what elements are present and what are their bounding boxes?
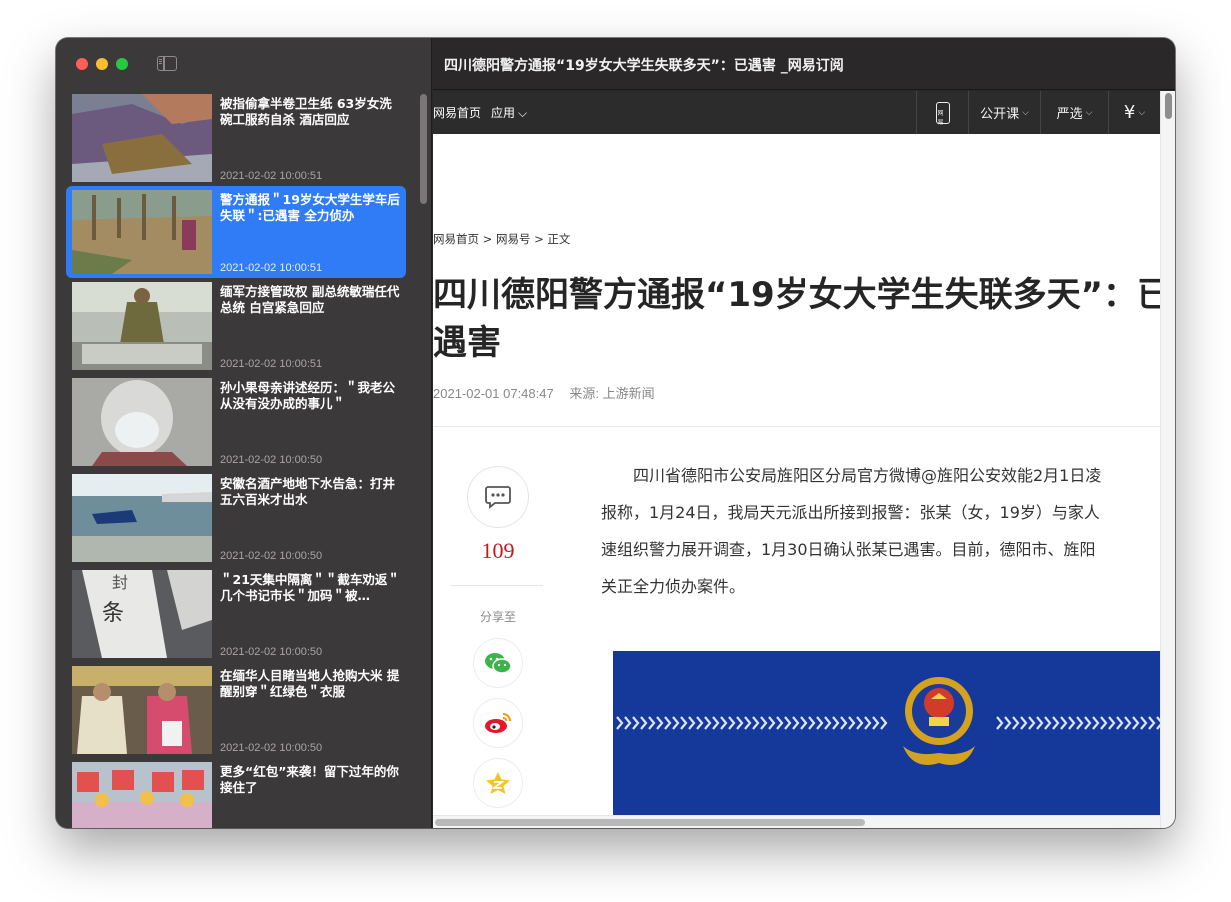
news-title: 安徽名酒产地地下水告急：打井五六百米才出水 (220, 476, 396, 507)
open-course-label: 公开课 (980, 107, 1020, 122)
article-paragraph: 报称，1月24日，我局天元派出所接到报警：张某（女，19岁）与家人 (601, 503, 1100, 522)
article-date: 2021-02-01 07:48:47 (433, 386, 554, 401)
share-label: 分享至 (479, 610, 516, 624)
news-title: 在缅华人目睹当地人抢购大米 提醒别穿＂红绿色＂衣服 (220, 668, 400, 699)
mobile-app-link[interactable] (916, 91, 968, 134)
news-thumbnail (72, 666, 212, 754)
open-course-menu[interactable]: 公开课 ⌵ (968, 91, 1040, 134)
news-time: 2021-02-02 10:00:50 (220, 646, 323, 658)
chevron-down-icon: ⌵ (1138, 107, 1146, 118)
window-title: 四川德阳警方通报“19岁女大学生失联多天”：已遇害 _网易订阅 (444, 58, 844, 74)
share-wechat-button[interactable] (473, 638, 523, 688)
wechat-icon (485, 653, 512, 674)
news-thumbnail (72, 282, 212, 370)
sidebar-scrollbar[interactable] (420, 94, 427, 204)
list-item[interactable]: 安徽名酒产地地下水告急：打井五六百米才出水 2021-02-02 10:00:5… (66, 474, 406, 566)
nav-apps-label: 应用 (491, 106, 516, 120)
comment-button[interactable] (467, 466, 529, 528)
news-title: 更多“红包”来袭！留下过年的你接住了 (220, 764, 399, 795)
article-meta: 2021-02-01 07:48:47 来源: 上游新闻 (433, 383, 655, 402)
qzone-icon (486, 772, 510, 794)
phone-icon (935, 101, 950, 126)
list-item[interactable]: 条 封 ＂21天集中隔离＂＂截车劝返＂几个书记市长＂加码＂被… 2021-02-… (66, 570, 406, 662)
share-weibo-button[interactable] (473, 698, 523, 748)
news-title: 被指偷拿半卷卫生纸 63岁女洗碗工服药自杀 酒店回应 (220, 96, 392, 127)
yanxuan-label: 严选 (1056, 107, 1083, 122)
news-time: 2021-02-02 10:00:51 (220, 358, 323, 370)
divider (451, 585, 543, 586)
list-item[interactable]: 在缅华人目睹当地人抢购大米 提醒别穿＂红绿色＂衣服 2021-02-02 10:… (66, 666, 406, 758)
chevron-down-icon: ⌵ (1085, 107, 1093, 118)
content-horizontal-scrollbar[interactable] (433, 815, 1160, 828)
nav-apps-menu[interactable]: 应用 ⌵ (491, 104, 527, 121)
article-source[interactable]: 来源: 上游新闻 (569, 386, 654, 401)
article-paragraph: 四川省德阳市公安局旌阳区分局官方微博@旌阳公安效能2月1日凌 (601, 466, 1102, 485)
nav-home-link[interactable]: 网易首页 (433, 104, 481, 121)
news-title: 缅军方接管政权 副总统敏瑞任代总统 白宫紧急回应 (220, 284, 400, 315)
chevron-down-icon: ⌵ (518, 106, 528, 120)
police-emblem-image (613, 651, 1161, 828)
article-headline: 四川德阳警方通报“19岁女大学生失联多天”：已遇害 (433, 275, 1172, 363)
list-item[interactable]: 缅军方接管政权 副总统敏瑞任代总统 白宫紧急回应 2021-02-02 10:0… (66, 282, 406, 374)
article-paragraph: 关正全力侦办案件。 (601, 577, 746, 596)
svg-text:条: 条 (102, 601, 124, 626)
news-thumbnail (72, 94, 212, 182)
app-window: 被指偷拿半卷卫生纸 63岁女洗碗工服药自杀 酒店回应 2021-02-02 10… (56, 38, 1175, 828)
list-item[interactable]: 更多“红包”来袭！留下过年的你接住了 (66, 762, 406, 828)
news-list: 被指偷拿半卷卫生纸 63岁女洗碗工服药自杀 酒店回应 2021-02-02 10… (56, 94, 426, 828)
list-item[interactable]: 孙小果母亲讲述经历：＂我老公从没有没办成的事儿＂ 2021-02-02 10:0… (66, 378, 406, 470)
sidebar-toggle-icon[interactable] (157, 56, 177, 71)
article-paragraph: 速组织警力展开调查，1月30日确认张某已遇害。目前，德阳市、旌阳 (601, 540, 1096, 559)
news-thumbnail (72, 190, 212, 274)
news-thumbnail (72, 762, 212, 828)
content-vertical-scrollbar[interactable] (1160, 91, 1175, 828)
article-body: 四川省德阳市公安局旌阳区分局官方微博@旌阳公安效能2月1日凌 报称，1月24日，… (601, 457, 1175, 605)
weibo-icon (485, 713, 511, 733)
comment-count[interactable]: 109 (473, 538, 523, 564)
news-time: 2021-02-02 10:00:50 (220, 454, 323, 466)
sidebar: 被指偷拿半卷卫生纸 63岁女洗碗工服药自杀 酒店回应 2021-02-02 10… (56, 38, 432, 828)
breadcrumb[interactable]: 网易首页 > 网易号 > 正文 (433, 231, 570, 247)
list-item-active[interactable]: 警方通报＂19岁女大学生学车后失联＂:已遇害 全力侦办 2021-02-02 1… (66, 186, 406, 278)
yanxuan-menu[interactable]: 严选 ⌵ (1040, 91, 1108, 134)
news-time: 2021-02-02 10:00:50 (220, 550, 323, 562)
zoom-window-button[interactable] (116, 58, 128, 70)
window-titlebar: 四川德阳警方通报“19岁女大学生失联多天”：已遇害 _网易订阅 (433, 38, 1175, 90)
share-qzone-button[interactable] (473, 758, 523, 808)
news-thumbnail (72, 474, 212, 562)
close-window-button[interactable] (76, 58, 88, 70)
news-time: 2021-02-02 10:00:50 (220, 742, 323, 754)
news-time: 2021-02-02 10:00:51 (220, 262, 323, 274)
news-thumbnail (72, 378, 212, 466)
news-title: 孙小果母亲讲述经历：＂我老公从没有没办成的事儿＂ (220, 380, 396, 411)
yen-icon: ¥ (1123, 102, 1136, 123)
svg-text:封: 封 (112, 573, 128, 592)
article-image (613, 651, 1161, 828)
divider (433, 426, 1160, 427)
list-item[interactable]: 被指偷拿半卷卫生纸 63岁女洗碗工服药自杀 酒店回应 2021-02-02 10… (66, 94, 406, 186)
site-top-nav: 网易首页 应用⌵ 公开课⌵ 严选⌵ ¥⌵ (433, 91, 1175, 134)
minimize-window-button[interactable] (96, 58, 108, 70)
comment-icon (485, 486, 511, 509)
news-title: 警方通报＂19岁女大学生学车后失联＂:已遇害 全力侦办 (220, 192, 400, 223)
news-thumbnail: 条 封 (72, 570, 212, 658)
payment-menu[interactable]: ¥ ⌵ (1108, 91, 1160, 134)
news-title: ＂21天集中隔离＂＂截车劝返＂几个书记市长＂加码＂被… (220, 572, 400, 603)
chevron-down-icon: ⌵ (1022, 107, 1029, 118)
web-content: 网易首页 应用⌵ 公开课⌵ 严选⌵ ¥⌵ 网易首页 > 网易号 > 正文 四川德… (433, 91, 1175, 828)
news-time: 2021-02-02 10:00:51 (220, 170, 323, 182)
window-controls (76, 58, 128, 70)
